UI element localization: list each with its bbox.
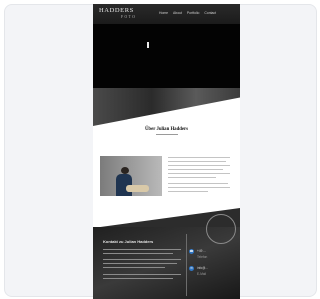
contact-title: Kontakt zu Julian Hadders <box>103 239 154 244</box>
contact-phone-label: Telefon <box>197 255 208 259</box>
about-subtitle-line <box>156 134 178 135</box>
mail-icon[interactable]: ✉ <box>189 266 194 271</box>
section-divider-top <box>93 88 240 126</box>
nav-link-about[interactable]: About <box>173 11 182 15</box>
decorative-circle <box>206 214 236 244</box>
contact-email-label: E-Mail <box>197 272 207 276</box>
person-legs-shape <box>126 185 149 192</box>
contact-vertical-line <box>186 234 187 296</box>
site-logo[interactable]: HADDERS <box>99 7 134 14</box>
person-head-shape <box>121 167 129 174</box>
website-mobile-screenshot: HADDERS FOTO Home About Portfolio Contac… <box>93 4 240 299</box>
site-logo-subtitle: FOTO <box>121 15 137 19</box>
hero-banner <box>93 24 240 94</box>
site-header: HADDERS FOTO Home About Portfolio Contac… <box>93 4 240 24</box>
phone-icon[interactable]: ☎ <box>189 249 194 254</box>
nav-link-home[interactable]: Home <box>159 11 168 15</box>
contact-phone[interactable]: +49 ... <box>197 249 206 253</box>
about-title: Über Julian Hadders <box>144 127 189 132</box>
nav-link-contact[interactable]: Contact <box>204 11 216 15</box>
main-nav: Home About Portfolio Contact <box>159 11 216 15</box>
contact-email[interactable]: info@... <box>197 266 208 270</box>
nav-link-portfolio[interactable]: Portfolio <box>187 11 199 15</box>
contact-section: Kontakt zu Julian Hadders ☎ +49 ... Tele… <box>93 214 240 299</box>
hero-cursor-mark <box>147 42 149 48</box>
